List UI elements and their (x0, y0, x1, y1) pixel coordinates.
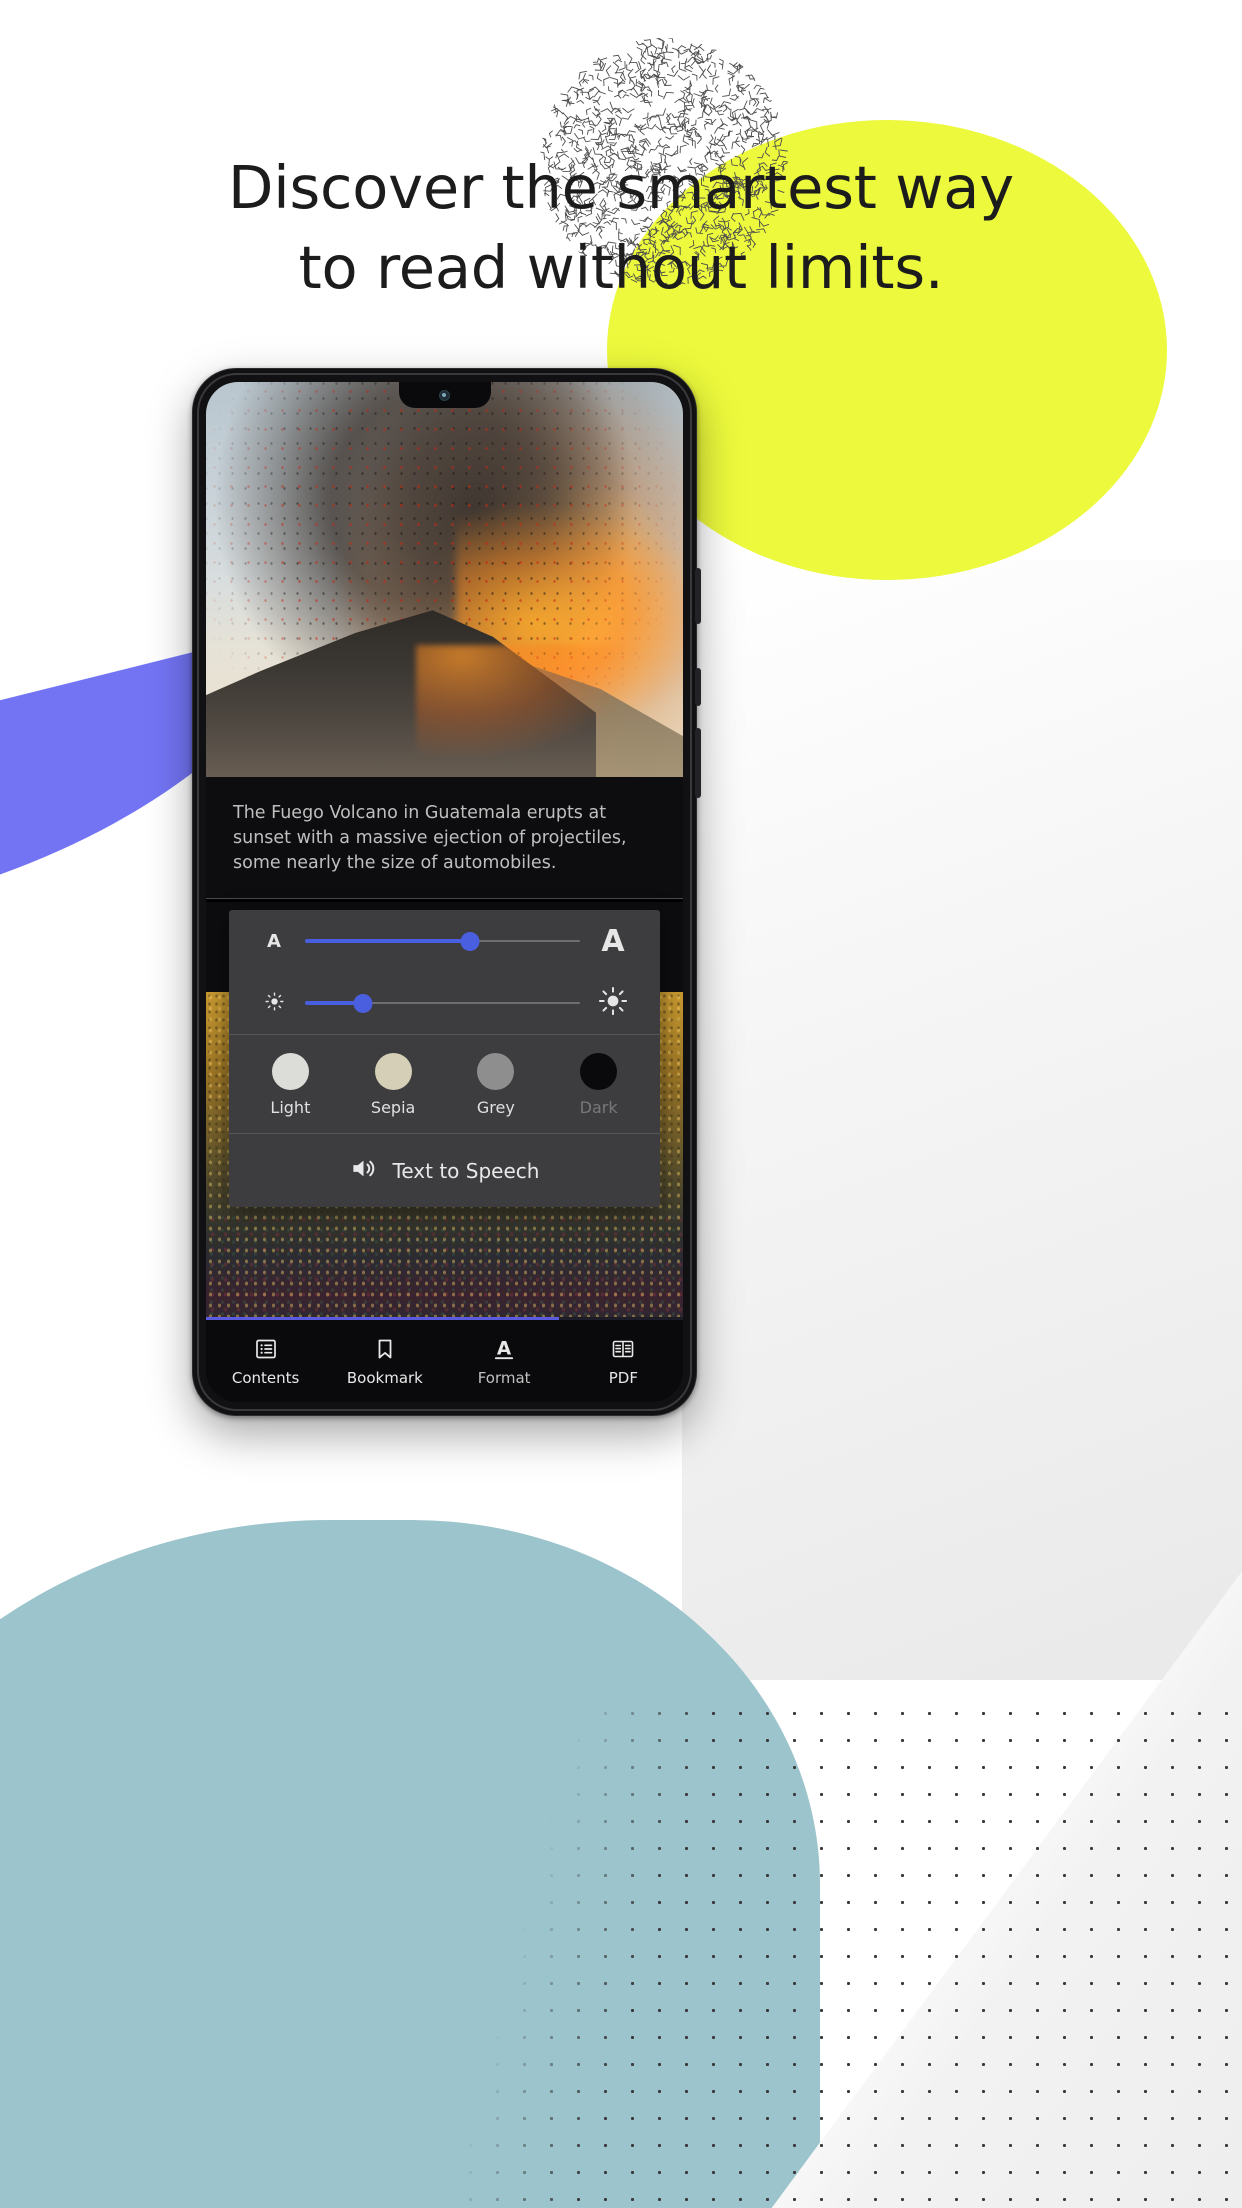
nav-item-contents[interactable]: Contents (206, 1320, 325, 1402)
nav-label-format: Format (478, 1369, 531, 1387)
phone-volume-up-button[interactable] (695, 568, 701, 624)
article-hero-image (206, 382, 683, 777)
headline-line-2: to read without limits. (0, 228, 1242, 308)
font-size-slider-fill (305, 939, 470, 943)
list-icon (254, 1336, 278, 1362)
phone-notch (399, 382, 491, 408)
svg-text:A: A (497, 1338, 512, 1359)
speaker-icon (350, 1155, 377, 1187)
theme-option-light[interactable]: Light (239, 1053, 342, 1117)
bookmark-icon (373, 1336, 397, 1362)
phone-mockup: The Fuego Volcano in Guatemala erupts at… (192, 368, 697, 1416)
article-second-image-lower (206, 1212, 683, 1332)
image-caption-block: The Fuego Volcano in Guatemala erupts at… (206, 777, 683, 899)
bottom-navigation: Contents Bookmark A Format PDF (206, 1320, 683, 1402)
font-size-slider-row: A A (229, 910, 660, 972)
page-title: Discover the smartest way to read withou… (0, 148, 1242, 308)
nav-item-bookmark[interactable]: Bookmark (325, 1320, 444, 1402)
background-gradient-panel (682, 560, 1242, 1680)
theme-option-dark[interactable]: Dark (547, 1053, 650, 1117)
format-settings-panel: A A Light Sepia Grey Dark Text to Speech (229, 910, 660, 1207)
headline-line-1: Discover the smartest way (0, 148, 1242, 228)
theme-label-light: Light (239, 1098, 342, 1117)
font-a-icon: A (491, 1336, 517, 1362)
theme-option-grey[interactable]: Grey (445, 1053, 548, 1117)
theme-label-grey: Grey (445, 1098, 548, 1117)
nav-label-pdf: PDF (609, 1369, 638, 1387)
font-size-small-a-icon: A (251, 931, 297, 952)
phone-volume-down-button[interactable] (695, 668, 701, 706)
nav-item-pdf[interactable]: PDF (564, 1320, 683, 1402)
brightness-low-icon (251, 992, 297, 1015)
theme-option-sepia[interactable]: Sepia (342, 1053, 445, 1117)
decor-dot-pattern (430, 1700, 1242, 2208)
theme-swatch-sepia (375, 1053, 412, 1090)
nav-label-contents: Contents (232, 1369, 299, 1387)
brightness-slider-thumb[interactable] (353, 994, 372, 1013)
font-size-slider[interactable] (305, 931, 580, 951)
theme-label-dark: Dark (547, 1098, 650, 1117)
theme-selector: Light Sepia Grey Dark (229, 1035, 660, 1133)
theme-swatch-light (272, 1053, 309, 1090)
theme-swatch-dark (580, 1053, 617, 1090)
pdf-icon (611, 1336, 635, 1362)
theme-swatch-grey (477, 1053, 514, 1090)
text-to-speech-label: Text to Speech (393, 1159, 540, 1183)
nav-label-bookmark: Bookmark (347, 1369, 423, 1387)
brightness-slider[interactable] (305, 993, 580, 1013)
brightness-high-icon (588, 987, 638, 1019)
theme-label-sepia: Sepia (342, 1098, 445, 1117)
text-to-speech-button[interactable]: Text to Speech (229, 1133, 660, 1207)
font-size-large-a-icon: A (588, 924, 638, 959)
phone-power-button[interactable] (695, 728, 701, 798)
hero-lava-glow (416, 645, 646, 765)
brightness-slider-row (229, 972, 660, 1034)
front-camera-icon (439, 390, 450, 401)
nav-item-format[interactable]: A Format (445, 1320, 564, 1402)
phone-screen: The Fuego Volcano in Guatemala erupts at… (206, 382, 683, 1402)
image-caption-text: The Fuego Volcano in Guatemala erupts at… (233, 801, 656, 876)
font-size-slider-thumb[interactable] (461, 932, 480, 951)
promo-screenshot: Discover the smartest way to read withou… (0, 0, 1242, 2208)
